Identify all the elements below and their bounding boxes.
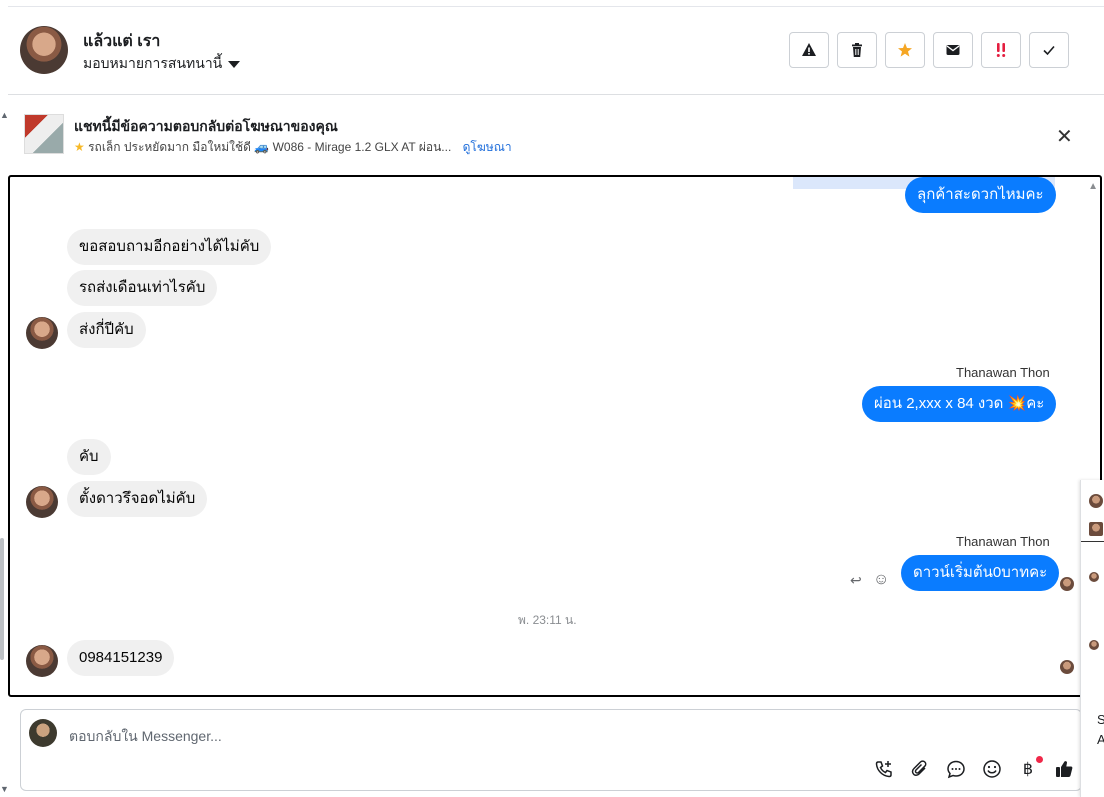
reply-input[interactable]: ตอบกลับใน Messenger... [69,726,222,748]
star-emoji-icon: ★ [74,140,85,154]
message-bubble-incoming[interactable]: ตั้งดาวรึจอดไม่คับ [67,481,208,517]
like-icon[interactable] [1053,758,1075,780]
star-icon [898,43,912,57]
mark-unread-button[interactable] [933,32,973,68]
side-avatar[interactable] [1089,640,1099,650]
star-button[interactable] [885,32,925,68]
messenger-inbox: ▲ ▼ แล้วแต่ เรา มอบหมายการสนทนานี้ แชทนี… [0,0,1104,797]
side-panel-letter: S [1097,712,1104,727]
side-divider [1081,541,1104,542]
ad-reply-banner: แชทนี้มีข้อความตอบกลับต่อโฆษณาของคุณ ★ ร… [8,96,1104,174]
close-icon[interactable]: ✕ [1056,124,1073,149]
scrollbar-thumb[interactable] [0,538,4,660]
mail-icon [946,45,960,55]
follow-up-button[interactable] [981,32,1021,68]
contact-avatar[interactable] [20,26,68,74]
attach-icon[interactable] [909,758,931,780]
ad-banner-title: แชทนี้มีข้อความตอบกลับต่อโฆษณาของคุณ [74,118,338,134]
scroll-up-arrow-icon[interactable]: ▲ [1088,181,1098,192]
view-ad-link[interactable]: ดูโฆษณา [463,140,512,154]
sender-name: Thanawan Thon [956,365,1050,380]
check-icon [1043,45,1055,56]
urgent-icon [996,43,1006,57]
side-avatar[interactable] [1089,494,1103,508]
message-bubble-incoming[interactable]: ขอสอบถามอีกอย่างได้ไม่คับ [67,229,272,265]
reply-composer[interactable]: ตอบกลับใน Messenger... ฿ [20,709,1082,791]
message-bubble-incoming[interactable]: ส่งกี่ปีคับ [67,312,146,348]
baht-icon[interactable]: ฿ [1017,756,1043,780]
message-bubble-incoming[interactable]: รถส่งเดือนเท่าไรคับ [67,270,218,306]
message-bubble-incoming[interactable]: 0984151239 [67,640,175,676]
baht-symbol: ฿ [1022,761,1034,778]
notification-dot [1036,756,1043,763]
side-thumbnail[interactable] [1089,522,1103,536]
read-receipt-avatar [1060,660,1074,674]
ad-subtitle-text: รถเล็ก ประหยัดมาก มือใหม่ใช้ดี 🚙 W086 - … [88,140,452,154]
read-receipt-avatar [1060,577,1074,591]
message-bubble-incoming[interactable]: คับ [67,439,111,475]
reaction-emoji-icon[interactable]: ☺ [873,571,889,589]
side-avatar[interactable] [1089,572,1099,582]
ad-thumbnail[interactable] [24,114,64,154]
trash-icon [852,43,862,57]
side-chat-panel[interactable]: S A [1080,480,1104,797]
delete-button[interactable] [837,32,877,68]
message-thread[interactable]: ▲ ลุกค้าสะดวกไหมคะ ขอสอบถามอีกอย่างได้ไม… [8,175,1102,697]
header-actions [789,32,1069,68]
page-avatar [29,719,57,747]
chevron-down-icon [228,60,241,68]
contact-name[interactable]: แล้วแต่ เรา [83,29,160,54]
assign-label: มอบหมายการสนทนานี้ [83,55,223,71]
call-add-icon[interactable] [873,758,895,780]
side-panel-letter: A [1097,732,1104,747]
emoji-icon[interactable] [981,758,1003,780]
message-bubble-outgoing[interactable]: ดาวน์เริ่มต้น0บาทคะ [901,555,1060,591]
timestamp: พ. 23:11 น. [518,613,577,627]
message-bubble-outgoing[interactable]: ผ่อน 2,xxx x 84 งวด 💥คะ [862,386,1057,422]
contact-avatar[interactable] [26,486,58,518]
contact-avatar[interactable] [26,645,58,677]
conversation-header: แล้วแต่ เรา มอบหมายการสนทนานี้ [8,7,1104,95]
ad-banner-subtitle: ★ รถเล็ก ประหยัดมาก มือใหม่ใช้ดี 🚙 W086 … [74,138,512,157]
left-scrollbar[interactable]: ▲ ▼ [0,0,9,797]
mark-done-button[interactable] [1029,32,1069,68]
mark-spam-button[interactable] [789,32,829,68]
alert-icon [802,43,816,56]
contact-avatar[interactable] [26,317,58,349]
sender-name: Thanawan Thon [956,534,1050,549]
scroll-down-arrow-icon[interactable]: ▼ [0,784,9,794]
composer-toolbar: ฿ [873,756,1075,780]
message-bubble-outgoing[interactable]: ลุกค้าสะดวกไหมคะ [905,177,1056,213]
reply-icon[interactable]: ↩ [850,572,862,589]
assign-conversation-dropdown[interactable]: มอบหมายการสนทนานี้ [83,53,241,75]
chat-icon[interactable] [945,758,967,780]
